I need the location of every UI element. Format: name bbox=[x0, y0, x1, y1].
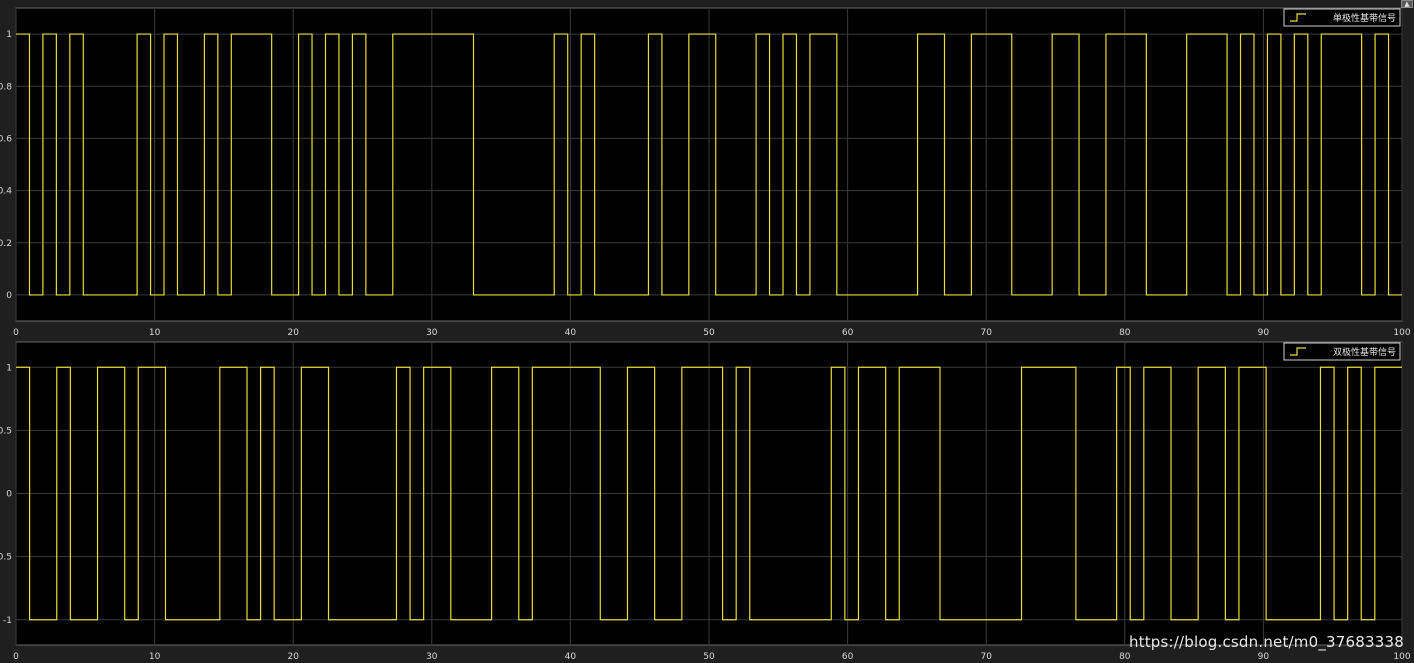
x-tick-label: 80 bbox=[1119, 328, 1131, 338]
y-tick-label: 0.8 bbox=[0, 82, 12, 92]
y-tick-label: 0.4 bbox=[0, 187, 12, 197]
legend: 单极性基带信号 bbox=[1283, 8, 1401, 27]
y-tick-label: 0.2 bbox=[0, 239, 12, 249]
x-tick-label: 90 bbox=[1258, 328, 1270, 338]
x-tick-label: 40 bbox=[565, 652, 577, 662]
legend-label: 单极性基带信号 bbox=[1333, 12, 1396, 24]
x-tick-label: 70 bbox=[980, 652, 992, 662]
watermark: https://blog.csdn.net/m0_37683338 bbox=[1128, 633, 1404, 651]
y-tick-label: 0 bbox=[6, 291, 12, 301]
y-tick-label: 0.5 bbox=[0, 553, 12, 563]
x-tick-label: 90 bbox=[1258, 652, 1270, 662]
y-tick-label: -1 bbox=[3, 616, 12, 626]
x-tick-label: 60 bbox=[842, 328, 854, 338]
x-tick-label: 60 bbox=[842, 652, 854, 662]
x-tick-label: 20 bbox=[287, 328, 299, 338]
legend-label: 双极性基带信号 bbox=[1333, 346, 1396, 358]
x-tick-label: 100 bbox=[1393, 652, 1410, 662]
x-tick-label: 0 bbox=[13, 652, 19, 662]
expand-icon[interactable]: ▲ bbox=[1401, 0, 1413, 8]
y-tick-label: 1 bbox=[6, 363, 12, 373]
y-tick-label: 0.6 bbox=[0, 134, 12, 144]
x-tick-label: 30 bbox=[426, 328, 438, 338]
x-tick-label: 80 bbox=[1119, 652, 1131, 662]
x-tick-label: 50 bbox=[703, 652, 715, 662]
x-tick-label: 0 bbox=[13, 328, 19, 338]
x-tick-label: 50 bbox=[703, 328, 715, 338]
legend: 双极性基带信号 bbox=[1283, 342, 1401, 361]
y-tick-label: 1 bbox=[6, 30, 12, 40]
bottom-plot[interactable]: 0 10 20 30 40 50 60 70 80 90 100 1 0.5 0 0.5 -1 双极性基带信号 bbox=[0, 341, 1411, 662]
x-tick-label: 40 bbox=[565, 328, 577, 338]
x-tick-label: 10 bbox=[149, 328, 161, 338]
x-tick-label: 20 bbox=[287, 652, 299, 662]
y-tick-label: 0.5 bbox=[0, 426, 12, 436]
top-plot[interactable]: 0 10 20 30 40 50 60 70 80 90 100 1 0.8 0.6 0.4 0.2 0 单极性基… bbox=[0, 7, 1411, 338]
x-tick-label: 30 bbox=[426, 652, 438, 662]
scope-figure: 0 10 20 30 40 50 60 70 80 90 10010.80.60.40.20单极性基… bbox=[0, 7, 1411, 662]
x-tick-label: 10 bbox=[149, 652, 161, 662]
y-tick-label: 0 bbox=[6, 490, 12, 500]
x-tick-label: 100 bbox=[1393, 328, 1410, 338]
x-tick-label: 70 bbox=[980, 328, 992, 338]
